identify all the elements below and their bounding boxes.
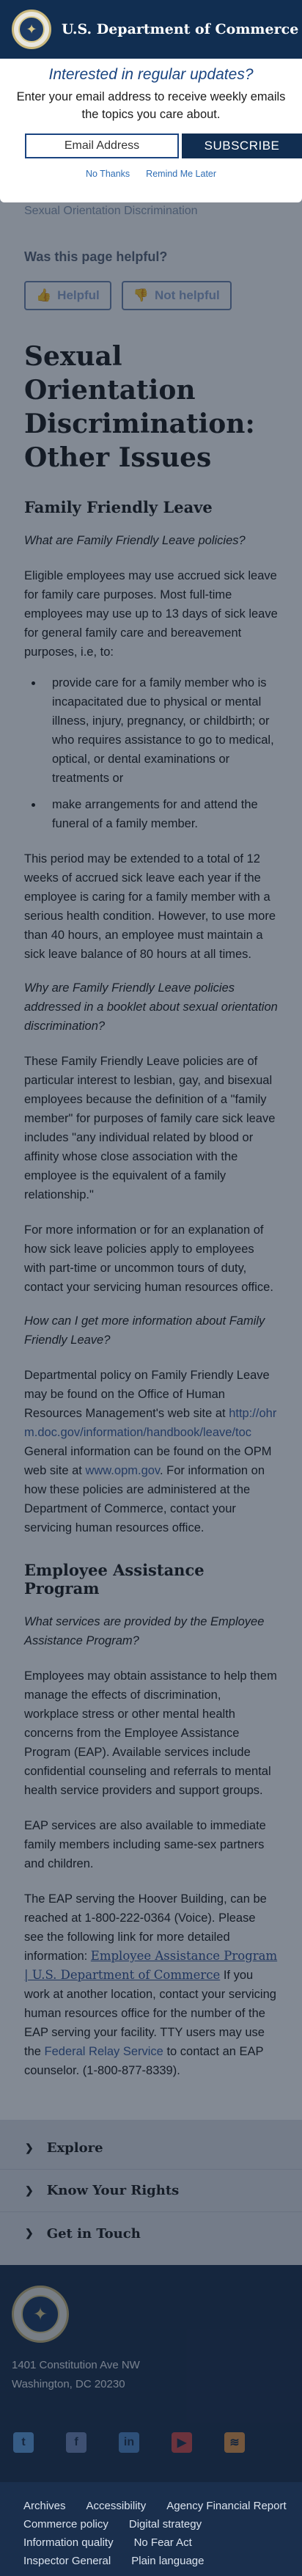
paragraph-4: For more information or for an explanati…	[24, 1223, 273, 1294]
site-header: ✦ U.S. Department of Commerce	[0, 0, 302, 59]
chevron-right-icon: ❯	[25, 2184, 34, 2197]
footer-seal-logo[interactable]: ✦	[12, 2286, 69, 2343]
site-title[interactable]: U.S. Department of Commerce	[62, 21, 298, 37]
youtube-icon[interactable]: ▶	[172, 2432, 192, 2453]
paragraph-5: Departmental policy on Family Friendly L…	[24, 1366, 278, 1537]
footer-nav-explore[interactable]: ❯ Explore	[0, 2127, 302, 2170]
email-signup-modal: Interested in regular updates? Enter you…	[0, 59, 302, 202]
footer-nav-label: Get in Touch	[46, 2225, 141, 2242]
paragraph-1: Eligible employees may use accrued sick …	[24, 569, 278, 659]
signup-title: Interested in regular updates?	[48, 66, 254, 83]
feedback-buttons: 👍 Helpful 👎 Not helpful	[24, 281, 278, 310]
footer-link[interactable]: Information quality	[23, 2536, 114, 2549]
leave-purposes-list: provide care for a family member who is …	[24, 673, 278, 833]
section-heading-family-leave: Family Friendly Leave	[24, 498, 213, 516]
address-line: Washington, DC 20230	[12, 2378, 125, 2390]
footer-address: 1401 Constitution Ave NW Washington, DC …	[12, 2356, 290, 2394]
footer-links: Archives Accessibility Agency Financial …	[12, 2500, 290, 2567]
federal-relay-link[interactable]: Federal Relay Service	[45, 2045, 163, 2058]
list-item: make arrangements for and attend the fun…	[43, 795, 278, 833]
signup-text-line: the topics you care about.	[81, 108, 221, 121]
chevron-right-icon: ❯	[25, 2142, 34, 2154]
rss-icon[interactable]: ≋	[224, 2432, 245, 2453]
breadcrumb[interactable]: Sexual Orientation Discrimination	[24, 204, 278, 219]
opm-link[interactable]: www.opm.gov	[85, 1464, 159, 1477]
eagle-icon: ✦	[21, 2295, 59, 2333]
signup-text-line: Enter your email address to receive week…	[16, 90, 286, 103]
section-heading-eap: Employee Assistance Program	[24, 1561, 205, 1598]
paragraph-6: Employees may obtain assistance to help …	[24, 1669, 277, 1797]
paragraph-2: This period may be extended to a total o…	[24, 852, 276, 961]
no-thanks-link[interactable]: No Thanks	[86, 169, 130, 179]
signup-form: SUBSCRIBE	[0, 133, 302, 158]
footer-link[interactable]: Plain language	[131, 2555, 204, 2567]
thumbs-up-icon: 👍	[36, 288, 52, 302]
footer-nav-get-in-touch[interactable]: ❯ Get in Touch	[0, 2212, 302, 2255]
paragraph-7: EAP services are also available to immed…	[24, 1819, 266, 1870]
helpful-button[interactable]: 👍 Helpful	[24, 281, 111, 310]
thumbs-down-icon: 👎	[133, 288, 149, 302]
footer-link[interactable]: Archives	[23, 2500, 66, 2512]
list-item: provide care for a family member who is …	[43, 673, 278, 788]
paragraph-8: The EAP serving the Hoover Building, can…	[24, 1889, 278, 2080]
helpful-label: Helpful	[57, 288, 100, 302]
linkedin-icon[interactable]: in	[119, 2432, 139, 2453]
footer-nav: ❯ Explore ❯ Know Your Rights ❯ Get in Touch	[0, 2120, 302, 2265]
footer-link[interactable]: Inspector General	[23, 2555, 111, 2567]
footer-link[interactable]: No Fear Act	[134, 2536, 192, 2549]
signup-dismiss-links: No Thanks Remind Me Later	[0, 169, 302, 179]
not-helpful-button[interactable]: 👎 Not helpful	[121, 281, 232, 310]
question-4: What services are provided by the Employ…	[24, 1615, 265, 1647]
eagle-icon: ✦	[18, 16, 45, 43]
paragraph-3: These Family Friendly Leave policies are…	[24, 1055, 276, 1201]
social-links: t f in ▶ ≋	[12, 2432, 290, 2453]
not-helpful-label: Not helpful	[154, 288, 220, 302]
chevron-right-icon: ❯	[25, 2228, 34, 2239]
twitter-icon[interactable]: t	[13, 2432, 34, 2453]
footer-link[interactable]: Digital strategy	[129, 2518, 202, 2531]
footer-link[interactable]: Commerce policy	[23, 2518, 108, 2531]
question-1: What are Family Friendly Leave policies?	[24, 534, 246, 547]
facebook-icon[interactable]: f	[66, 2432, 86, 2453]
subscribe-button[interactable]: SUBSCRIBE	[182, 133, 302, 158]
doc-seal-logo[interactable]: ✦	[12, 10, 51, 49]
footer-nav-label: Know Your Rights	[46, 2183, 180, 2198]
address-line: 1401 Constitution Ave NW	[12, 2359, 140, 2371]
signup-text: Enter your email address to receive week…	[0, 88, 302, 123]
feedback-question: Was this page helpful?	[24, 249, 168, 264]
main-content: Sexual Orientation Discrimination Was th…	[0, 204, 302, 2080]
question-3: How can I get more information about Fam…	[24, 1314, 265, 1347]
question-2: Why are Family Friendly Leave policies a…	[24, 981, 278, 1033]
remind-later-link[interactable]: Remind Me Later	[146, 169, 216, 179]
footer-link[interactable]: Agency Financial Report	[166, 2500, 286, 2512]
site-footer: ✦ 1401 Constitution Ave NW Washington, D…	[0, 2265, 302, 2576]
footer-link[interactable]: Accessibility	[86, 2500, 147, 2512]
email-field[interactable]	[25, 133, 179, 158]
footer-nav-label: Explore	[46, 2140, 103, 2156]
footer-nav-know-your-rights[interactable]: ❯ Know Your Rights	[0, 2170, 302, 2212]
page-title: Sexual Orientation Discrimination: Other…	[24, 341, 255, 473]
